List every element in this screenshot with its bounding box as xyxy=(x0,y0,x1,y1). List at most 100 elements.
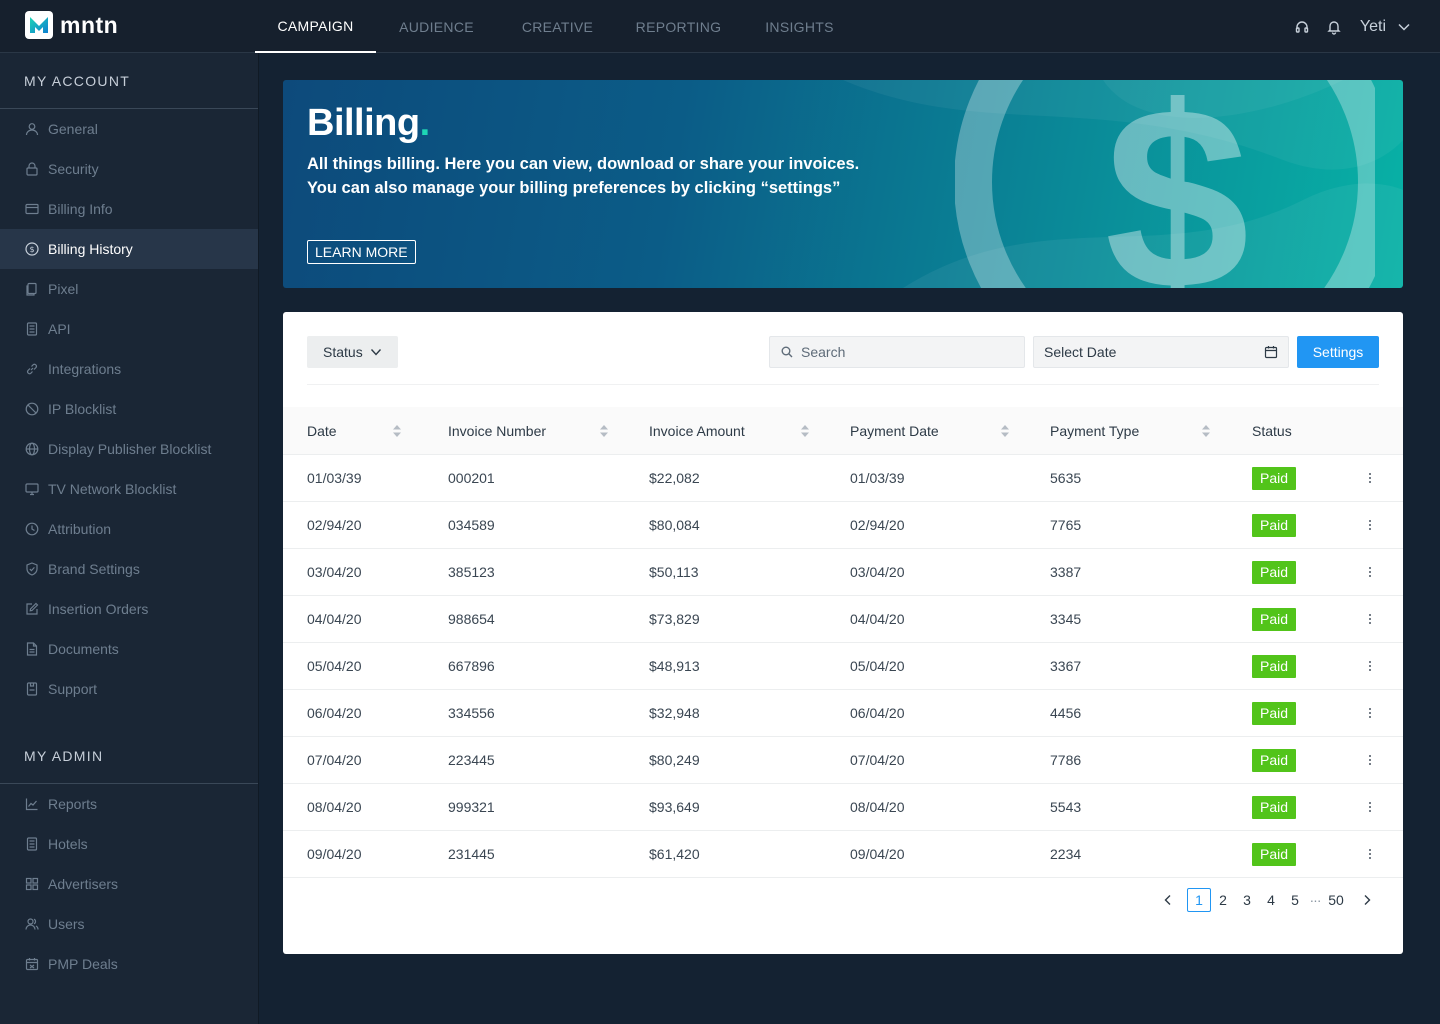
sidebar-item-pmp-deals[interactable]: PMP Deals xyxy=(0,944,258,984)
page-5[interactable]: 5 xyxy=(1283,888,1307,912)
search-field[interactable] xyxy=(769,336,1025,368)
cell-payment-type: 5543 xyxy=(1050,799,1082,815)
table-row[interactable]: 06/04/20 334556 $32,948 06/04/20 4456 Paid xyxy=(283,690,1403,737)
more-options-icon[interactable] xyxy=(1369,473,1371,483)
learn-more-button[interactable]: LEARN MORE xyxy=(307,240,416,264)
sidebar-item-hotels[interactable]: Hotels xyxy=(0,824,258,864)
cell-payment-type: 3345 xyxy=(1050,611,1082,627)
tab-reporting[interactable]: REPORTING xyxy=(618,0,739,53)
cell-date: 01/03/39 xyxy=(307,470,362,486)
main-tabs: CAMPAIGN AUDIENCE CREATIVE REPORTING INS… xyxy=(255,0,860,53)
grid-icon xyxy=(24,876,40,892)
tab-campaign[interactable]: CAMPAIGN xyxy=(255,0,376,53)
sidebar-item-display-publisher-blocklist[interactable]: Display Publisher Blocklist xyxy=(0,429,258,469)
monitor-icon xyxy=(24,481,40,497)
sidebar-item-support[interactable]: Support xyxy=(0,669,258,709)
mntn-logo[interactable]: mntn xyxy=(25,11,118,39)
cell-payment-date: 07/04/20 xyxy=(850,752,905,768)
status-badge: Paid xyxy=(1252,842,1297,866)
sidebar-item-billing-info[interactable]: Billing Info xyxy=(0,189,258,229)
column-header-payment-date[interactable]: Payment Date xyxy=(826,407,1026,454)
pagination-ellipsis[interactable]: ··· xyxy=(1307,892,1323,908)
tab-insights[interactable]: INSIGHTS xyxy=(739,0,860,53)
user-name[interactable]: Yeti xyxy=(1360,18,1386,36)
next-page-icon[interactable] xyxy=(1355,888,1379,912)
date-picker[interactable]: Select Date xyxy=(1033,336,1289,368)
bell-icon[interactable] xyxy=(1324,17,1344,37)
settings-button[interactable]: Settings xyxy=(1297,336,1379,368)
cell-status: Paid xyxy=(1227,784,1337,830)
sidebar-item-tv-network-blocklist[interactable]: TV Network Blocklist xyxy=(0,469,258,509)
cell-status: Paid xyxy=(1227,502,1337,548)
cell-status: Paid xyxy=(1227,549,1337,595)
sort-icon[interactable] xyxy=(800,424,810,438)
status-badge: Paid xyxy=(1252,654,1297,678)
headset-icon[interactable] xyxy=(1292,17,1312,37)
column-header-date[interactable]: Date xyxy=(283,407,424,454)
status-badge: Paid xyxy=(1252,701,1297,725)
sidebar-item-pixel[interactable]: Pixel xyxy=(0,269,258,309)
more-options-icon[interactable] xyxy=(1369,755,1371,765)
column-header-invoice-number[interactable]: Invoice Number xyxy=(424,407,625,454)
chevron-down-icon[interactable] xyxy=(1394,17,1414,37)
sidebar-item-reports[interactable]: Reports xyxy=(0,784,258,824)
more-options-icon[interactable] xyxy=(1369,567,1371,577)
table-row[interactable]: 09/04/20 231445 $61,420 09/04/20 2234 Paid xyxy=(283,831,1403,878)
sidebar-item-users[interactable]: Users xyxy=(0,904,258,944)
more-options-icon[interactable] xyxy=(1369,520,1371,530)
table-row[interactable]: 05/04/20 667896 $48,913 05/04/20 3367 Paid xyxy=(283,643,1403,690)
sidebar-item-documents[interactable]: Documents xyxy=(0,629,258,669)
more-options-icon[interactable] xyxy=(1369,849,1371,859)
table-row[interactable]: 08/04/20 999321 $93,649 08/04/20 5543 Paid xyxy=(283,784,1403,831)
svg-text:$: $ xyxy=(1105,80,1250,288)
table-row[interactable]: 07/04/20 223445 $80,249 07/04/20 7786 Paid xyxy=(283,737,1403,784)
table-row[interactable]: 01/03/39 000201 $22,082 01/03/39 5635 Paid xyxy=(283,455,1403,502)
cell-invoice-amount: $73,829 xyxy=(649,611,700,627)
cell-payment-type: 5635 xyxy=(1050,470,1082,486)
dollar-circle-icon: $ xyxy=(24,241,40,257)
column-header-label: Invoice Number xyxy=(448,422,547,439)
sidebar-item-advertisers[interactable]: Advertisers xyxy=(0,864,258,904)
cell-status: Paid xyxy=(1227,455,1337,501)
table-row[interactable]: 02/94/20 034589 $80,084 02/94/20 7765 Paid xyxy=(283,502,1403,549)
more-options-icon[interactable] xyxy=(1369,802,1371,812)
search-input[interactable] xyxy=(801,344,1011,360)
sidebar-item-billing-history[interactable]: $ Billing History xyxy=(0,229,258,269)
cell-invoice-amount: $32,948 xyxy=(649,705,700,721)
calendar-icon xyxy=(24,956,40,972)
sidebar-item-general[interactable]: General xyxy=(0,109,258,149)
sidebar-item-insertion-orders[interactable]: Insertion Orders xyxy=(0,589,258,629)
table-row[interactable]: 03/04/20 385123 $50,113 03/04/20 3387 Paid xyxy=(283,549,1403,596)
sidebar-item-security[interactable]: Security xyxy=(0,149,258,189)
more-options-icon[interactable] xyxy=(1369,661,1371,671)
sidebar-item-attribution[interactable]: Attribution xyxy=(0,509,258,549)
column-header-label: Status xyxy=(1252,422,1292,439)
more-options-icon[interactable] xyxy=(1369,708,1371,718)
table-row[interactable]: 04/04/20 988654 $73,829 04/04/20 3345 Paid xyxy=(283,596,1403,643)
status-filter-dropdown[interactable]: Status xyxy=(307,336,398,368)
sort-icon[interactable] xyxy=(1201,424,1211,438)
tab-creative[interactable]: CREATIVE xyxy=(497,0,618,53)
sidebar-item-api[interactable]: API xyxy=(0,309,258,349)
edit-icon xyxy=(24,601,40,617)
sort-icon[interactable] xyxy=(1000,424,1010,438)
sort-icon[interactable] xyxy=(392,424,402,438)
column-header-payment-type[interactable]: Payment Type xyxy=(1026,407,1227,454)
page-1[interactable]: 1 xyxy=(1187,888,1211,912)
page-3[interactable]: 3 xyxy=(1235,888,1259,912)
status-badge: Paid xyxy=(1252,795,1297,819)
sidebar-item-ip-blocklist[interactable]: IP Blocklist xyxy=(0,389,258,429)
more-options-icon[interactable] xyxy=(1369,614,1371,624)
page-4[interactable]: 4 xyxy=(1259,888,1283,912)
column-header-invoice-amount[interactable]: Invoice Amount xyxy=(625,407,826,454)
page-50[interactable]: 50 xyxy=(1323,888,1349,912)
sidebar-item-integrations[interactable]: Integrations xyxy=(0,349,258,389)
previous-page-icon[interactable] xyxy=(1156,888,1180,912)
user-controls: Yeti xyxy=(1292,0,1414,53)
cell-payment-type: 4456 xyxy=(1050,705,1082,721)
sort-icon[interactable] xyxy=(599,424,609,438)
sidebar-item-label: Billing Info xyxy=(48,201,113,217)
page-2[interactable]: 2 xyxy=(1211,888,1235,912)
tab-audience[interactable]: AUDIENCE xyxy=(376,0,497,53)
sidebar-item-brand-settings[interactable]: Brand Settings xyxy=(0,549,258,589)
